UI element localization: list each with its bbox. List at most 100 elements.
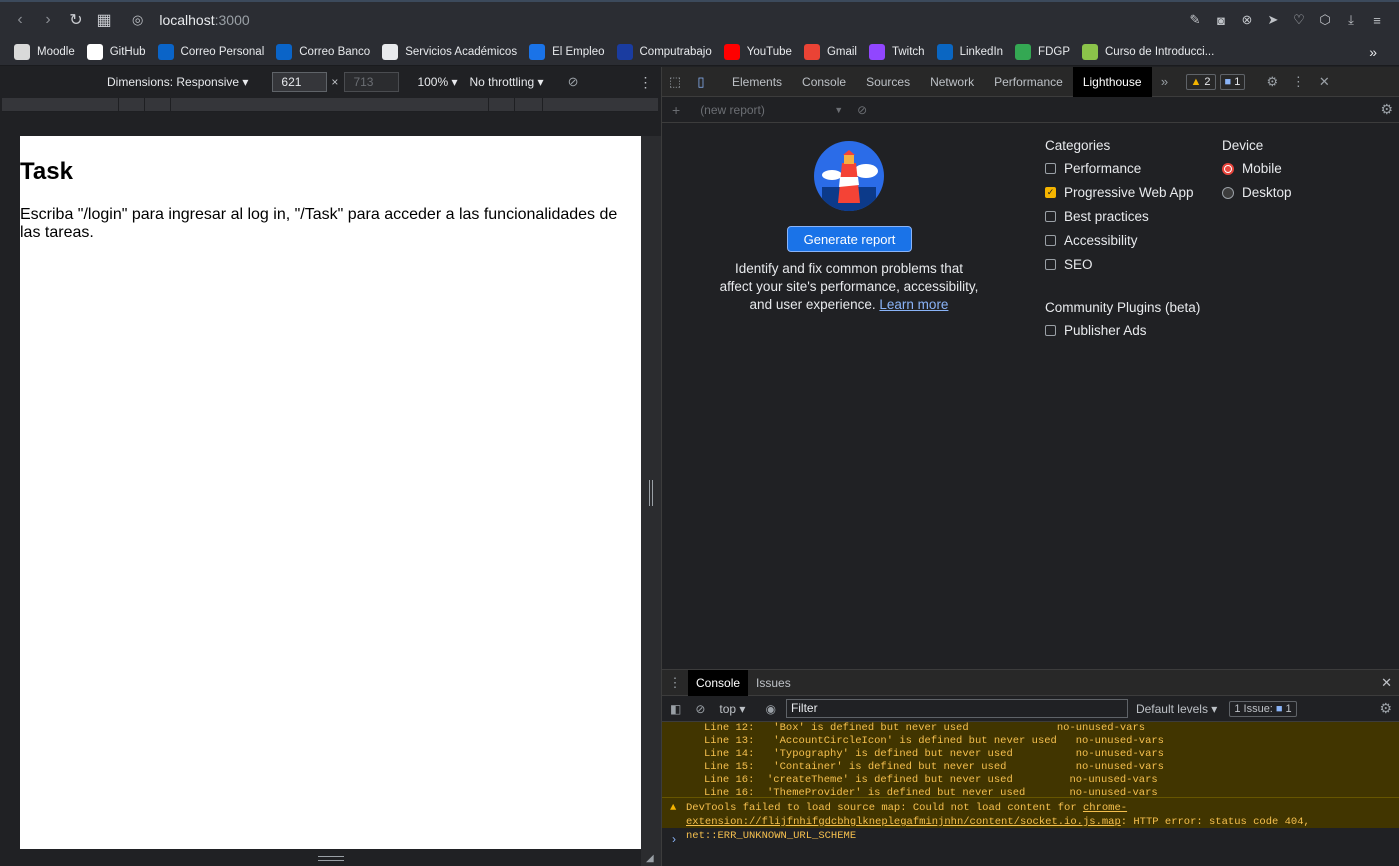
- console-settings-icon[interactable]: ⚙: [1379, 700, 1392, 717]
- media-query-ruler[interactable]: [2, 98, 658, 112]
- kebab-menu-icon[interactable]: ⋮: [1285, 67, 1311, 97]
- bookmark-item[interactable]: Servicios Académicos: [382, 43, 517, 60]
- back-button[interactable]: ‹: [6, 6, 34, 34]
- context-select[interactable]: top ▾: [719, 702, 745, 716]
- close-devtools-icon[interactable]: ✕: [1311, 67, 1337, 97]
- resize-handle-right[interactable]: [649, 480, 653, 506]
- bookmark-item[interactable]: Moodle: [14, 43, 75, 60]
- issues-button[interactable]: 1 Issue: ■ 1: [1229, 700, 1297, 717]
- lighthouse-toolbar: + (new report) ▼ ⊘ ⚙: [662, 97, 1399, 123]
- lighthouse-settings-icon[interactable]: ⚙: [1380, 101, 1393, 118]
- send-icon[interactable]: ➤: [1263, 10, 1283, 30]
- plugin-checkbox[interactable]: Publisher Ads: [1045, 323, 1147, 338]
- bookmark-item[interactable]: Curso de Introducci...: [1082, 43, 1214, 60]
- bookmark-item[interactable]: Correo Banco: [276, 43, 370, 60]
- category-label: Accessibility: [1064, 233, 1138, 248]
- generate-report-button[interactable]: Generate report: [787, 226, 912, 252]
- bookmark-item[interactable]: GitHub: [86, 43, 146, 60]
- bookmark-item[interactable]: Computrabajo: [616, 43, 712, 60]
- sidebar-toggle-icon[interactable]: ◧: [670, 702, 681, 716]
- live-expression-eye-icon[interactable]: ◉: [765, 702, 775, 716]
- cube-icon[interactable]: ⬡: [1315, 10, 1335, 30]
- settings-icon[interactable]: ⚙: [1259, 67, 1285, 97]
- console-filter-input[interactable]: Filter: [785, 699, 1128, 718]
- close-drawer-icon[interactable]: ✕: [1381, 675, 1392, 691]
- category-checkbox[interactable]: ✓ Progressive Web App: [1045, 185, 1194, 200]
- bookmark-item[interactable]: Correo Personal: [157, 43, 264, 60]
- category-checkbox[interactable]: Performance: [1045, 161, 1141, 176]
- bookmark-item[interactable]: FDGP: [1015, 43, 1070, 60]
- bookmarks-more-icon[interactable]: »: [1369, 44, 1377, 60]
- rotate-icon[interactable]: ⊘: [568, 74, 579, 90]
- tab-performance[interactable]: Performance: [984, 67, 1073, 97]
- throttling-select[interactable]: No throttling ▾: [470, 75, 544, 89]
- drawer-tab-issues[interactable]: Issues: [748, 670, 799, 696]
- add-report-icon[interactable]: +: [672, 102, 680, 118]
- category-label: Best practices: [1064, 209, 1149, 224]
- height-input[interactable]: 713: [344, 72, 400, 92]
- drawer-menu-icon[interactable]: ⋮: [662, 670, 688, 696]
- address-bar[interactable]: ◎ localhost:3000: [132, 12, 250, 28]
- page-viewport: Task Escriba "/login" para ingresar al l…: [20, 136, 641, 849]
- messages-badge[interactable]: ■ 1: [1219, 73, 1246, 90]
- report-dropdown-icon[interactable]: ▼: [834, 105, 843, 115]
- resize-corner-icon[interactable]: ◢: [646, 853, 654, 864]
- checkbox-icon[interactable]: [1045, 259, 1056, 270]
- clear-console-icon[interactable]: ⊘: [695, 702, 705, 716]
- report-select[interactable]: (new report): [700, 103, 834, 117]
- edit-icon[interactable]: ✎: [1185, 10, 1205, 30]
- bookmark-favicon-icon: [1082, 43, 1098, 60]
- camera-icon[interactable]: ◙: [1211, 10, 1231, 30]
- device-toggle-icon[interactable]: ▯: [688, 67, 714, 97]
- category-checkbox[interactable]: SEO: [1045, 257, 1093, 272]
- device-label: Mobile: [1242, 161, 1282, 176]
- tab-network[interactable]: Network: [920, 67, 984, 97]
- warnings-badge[interactable]: ▲ 2: [1185, 73, 1216, 90]
- checkbox-checked-icon[interactable]: ✓: [1045, 187, 1056, 198]
- radio-icon[interactable]: [1222, 162, 1234, 175]
- resize-handle-bottom[interactable]: [318, 856, 344, 861]
- checkbox-icon[interactable]: [1045, 211, 1056, 222]
- tab-lighthouse[interactable]: Lighthouse: [1072, 66, 1152, 97]
- menu-icon[interactable]: ≡: [1367, 10, 1387, 30]
- bookmark-item[interactable]: Gmail: [803, 43, 857, 60]
- download-icon[interactable]: ⤓: [1341, 10, 1361, 30]
- tab-elements[interactable]: Elements: [722, 67, 792, 97]
- learn-more-link[interactable]: Learn more: [879, 297, 948, 312]
- category-label: Progressive Web App: [1064, 185, 1194, 200]
- reload-button[interactable]: ↻: [62, 6, 90, 34]
- heart-icon[interactable]: ♡: [1289, 10, 1309, 30]
- forward-button[interactable]: ›: [34, 6, 62, 34]
- url-port: :3000: [214, 12, 250, 28]
- more-tabs-icon[interactable]: »: [1152, 67, 1178, 97]
- bookmark-item[interactable]: Twitch: [868, 43, 925, 60]
- lighthouse-logo-icon: [814, 141, 884, 211]
- inspect-icon[interactable]: ⬚: [662, 67, 688, 97]
- log-levels-select[interactable]: Default levels ▾: [1136, 702, 1217, 716]
- clear-icon[interactable]: ⊘: [857, 103, 867, 117]
- tab-sources[interactable]: Sources: [856, 67, 920, 97]
- block-icon[interactable]: ⊗: [1237, 10, 1257, 30]
- page-title: Task: [20, 158, 73, 185]
- zoom-select[interactable]: 100% ▾: [417, 75, 457, 89]
- tabs-grid-button[interactable]: ▦: [90, 6, 118, 34]
- width-input[interactable]: 621: [272, 72, 328, 92]
- drawer-tab-console[interactable]: Console: [688, 669, 749, 696]
- issues-label: 1 Issue:: [1234, 702, 1273, 715]
- radio-icon[interactable]: [1222, 186, 1234, 199]
- bookmark-item[interactable]: YouTube: [723, 43, 792, 60]
- category-checkbox[interactable]: Best practices: [1045, 209, 1149, 224]
- checkbox-icon[interactable]: [1045, 325, 1056, 336]
- category-checkbox[interactable]: Accessibility: [1045, 233, 1138, 248]
- device-radio[interactable]: Desktop: [1222, 185, 1292, 200]
- checkbox-icon[interactable]: [1045, 163, 1056, 174]
- message-icon: ■: [1224, 75, 1232, 88]
- checkbox-icon[interactable]: [1045, 235, 1056, 246]
- warnings-count: 2: [1204, 75, 1211, 88]
- dimensions-select[interactable]: Dimensions: Responsive ▾: [107, 75, 248, 89]
- more-options-icon[interactable]: ⋮: [638, 74, 652, 91]
- bookmark-item[interactable]: El Empleo: [529, 43, 605, 60]
- device-radio[interactable]: Mobile: [1222, 161, 1282, 176]
- bookmark-item[interactable]: LinkedIn: [936, 43, 1003, 60]
- tab-console[interactable]: Console: [792, 67, 856, 97]
